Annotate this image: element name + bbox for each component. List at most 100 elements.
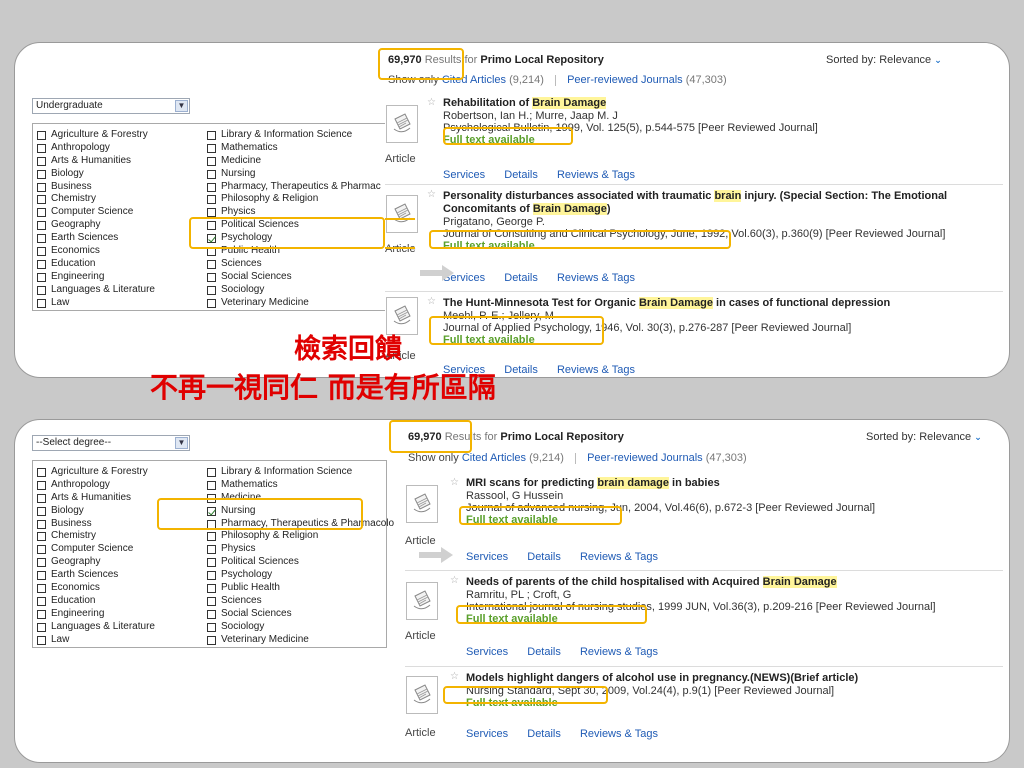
- subject-option[interactable]: Engineering: [37, 608, 155, 621]
- checkbox-icon[interactable]: [207, 480, 216, 490]
- checkbox-icon[interactable]: [37, 221, 46, 231]
- checkbox-icon[interactable]: [37, 571, 46, 581]
- reviews-tags-link[interactable]: Reviews & Tags: [557, 169, 635, 181]
- subject-option[interactable]: Sociology: [207, 621, 394, 634]
- subject-option[interactable]: Education: [37, 595, 155, 608]
- checkbox-icon[interactable]: [37, 583, 46, 593]
- cited-articles-link[interactable]: Cited Articles: [442, 74, 506, 86]
- peer-reviewed-link[interactable]: Peer-reviewed Journals: [567, 74, 683, 86]
- checkbox-icon[interactable]: [37, 208, 46, 218]
- subject-option[interactable]: Veterinary Medicine: [207, 634, 394, 647]
- checkbox-icon[interactable]: [37, 234, 46, 244]
- checkbox-icon[interactable]: [37, 169, 46, 179]
- star-icon[interactable]: ☆: [427, 189, 436, 200]
- subject-option[interactable]: Social Sciences: [207, 271, 381, 284]
- checkbox-icon[interactable]: [207, 493, 216, 503]
- subject-option[interactable]: Pharmacy, Therapeutics & Pharmac: [207, 181, 381, 194]
- subject-option[interactable]: Geography: [37, 556, 155, 569]
- full-text-link[interactable]: Full text available: [443, 240, 999, 252]
- record-title[interactable]: The Hunt-Minnesota Test for Organic Brai…: [443, 297, 999, 310]
- subject-option[interactable]: Biology: [37, 505, 155, 518]
- checkbox-icon[interactable]: [37, 246, 46, 256]
- subject-option[interactable]: Pharmacy, Therapeutics & Pharmacolo: [207, 518, 394, 531]
- subject-option[interactable]: Economics: [37, 582, 155, 595]
- star-icon[interactable]: ☆: [450, 477, 459, 488]
- degree-select[interactable]: Undergraduate ▼: [32, 98, 190, 114]
- reviews-tags-link[interactable]: Reviews & Tags: [580, 728, 658, 740]
- subject-option[interactable]: Political Sciences: [207, 219, 381, 232]
- subject-option[interactable]: Agriculture & Forestry: [37, 129, 155, 142]
- subject-option[interactable]: Sciences: [207, 595, 394, 608]
- subject-option[interactable]: Medicine: [207, 492, 394, 505]
- star-icon[interactable]: ☆: [450, 575, 459, 586]
- subject-option[interactable]: Chemistry: [37, 530, 155, 543]
- services-link[interactable]: Services: [466, 646, 508, 658]
- subject-option[interactable]: Veterinary Medicine: [207, 297, 381, 310]
- checkbox-icon[interactable]: [37, 182, 46, 192]
- full-text-link[interactable]: Full text available: [443, 334, 999, 346]
- checkbox-icon[interactable]: [37, 558, 46, 568]
- checkbox-icon[interactable]: [207, 208, 216, 218]
- services-link[interactable]: Services: [466, 728, 508, 740]
- checkbox-icon[interactable]: [207, 571, 216, 581]
- details-link[interactable]: Details: [504, 272, 538, 284]
- details-link[interactable]: Details: [527, 728, 561, 740]
- reviews-tags-link[interactable]: Reviews & Tags: [580, 646, 658, 658]
- checkbox-icon[interactable]: [37, 506, 46, 516]
- checkbox-icon[interactable]: [37, 596, 46, 606]
- subject-option[interactable]: Anthropology: [37, 142, 155, 155]
- checkbox-icon[interactable]: [207, 259, 216, 269]
- subject-option[interactable]: Economics: [37, 245, 155, 258]
- subject-option[interactable]: Chemistry: [37, 193, 155, 206]
- checkbox-icon[interactable]: [37, 519, 46, 529]
- checkbox-icon[interactable]: [37, 532, 46, 542]
- record-title[interactable]: MRI scans for predicting brain damage in…: [466, 477, 999, 490]
- subject-option[interactable]: Sciences: [207, 258, 381, 271]
- checkbox-icon[interactable]: [207, 467, 216, 477]
- subject-option[interactable]: Physics: [207, 543, 394, 556]
- checkbox-icon[interactable]: [207, 596, 216, 606]
- subject-option[interactable]: Mathematics: [207, 142, 381, 155]
- subject-option[interactable]: Law: [37, 297, 155, 310]
- record-title[interactable]: Models highlight dangers of alcohol use …: [466, 672, 999, 685]
- sort-control[interactable]: Sorted by: Relevance ⌄: [866, 431, 982, 443]
- checkbox-icon[interactable]: [207, 635, 216, 645]
- subject-option[interactable]: Earth Sciences: [37, 232, 155, 245]
- subject-option[interactable]: Mathematics: [207, 479, 394, 492]
- checkbox-icon[interactable]: [207, 558, 216, 568]
- subject-option[interactable]: Social Sciences: [207, 608, 394, 621]
- checkbox-icon[interactable]: [37, 130, 46, 140]
- reviews-tags-link[interactable]: Reviews & Tags: [557, 272, 635, 284]
- reviews-tags-link[interactable]: Reviews & Tags: [557, 364, 635, 376]
- subject-option[interactable]: Engineering: [37, 271, 155, 284]
- subject-option[interactable]: Psychology: [207, 569, 394, 582]
- subject-option[interactable]: Anthropology: [37, 479, 155, 492]
- checkbox-icon[interactable]: [207, 272, 216, 282]
- star-icon[interactable]: ☆: [427, 296, 436, 307]
- subject-option[interactable]: Physics: [207, 206, 381, 219]
- checkbox-icon[interactable]: [207, 195, 216, 205]
- subject-option[interactable]: Philosophy & Religion: [207, 530, 394, 543]
- checkbox-icon[interactable]: [207, 545, 216, 555]
- subject-option[interactable]: Languages & Literature: [37, 621, 155, 634]
- subject-option[interactable]: Library & Information Science: [207, 466, 394, 479]
- subject-option[interactable]: Earth Sciences: [37, 569, 155, 582]
- checkbox-icon[interactable]: [207, 221, 216, 231]
- checkbox-icon[interactable]: [37, 635, 46, 645]
- checkbox-icon[interactable]: [207, 298, 216, 308]
- checkbox-icon[interactable]: [207, 609, 216, 619]
- checkbox-icon[interactable]: [37, 259, 46, 269]
- star-icon[interactable]: ☆: [450, 671, 459, 682]
- details-link[interactable]: Details: [504, 169, 538, 181]
- subject-option[interactable]: Computer Science: [37, 206, 155, 219]
- full-text-link[interactable]: Full text available: [466, 613, 999, 625]
- checkbox-icon[interactable]: [37, 156, 46, 166]
- record-title[interactable]: Rehabilitation of Brain Damage: [443, 97, 999, 110]
- subject-option[interactable]: Business: [37, 181, 155, 194]
- cited-articles-link[interactable]: Cited Articles: [462, 452, 526, 464]
- checkbox-icon[interactable]: [37, 143, 46, 153]
- services-link[interactable]: Services: [466, 551, 508, 563]
- subject-option[interactable]: Arts & Humanities: [37, 155, 155, 168]
- subject-option[interactable]: Political Sciences: [207, 556, 394, 569]
- subject-option[interactable]: Nursing: [207, 505, 394, 518]
